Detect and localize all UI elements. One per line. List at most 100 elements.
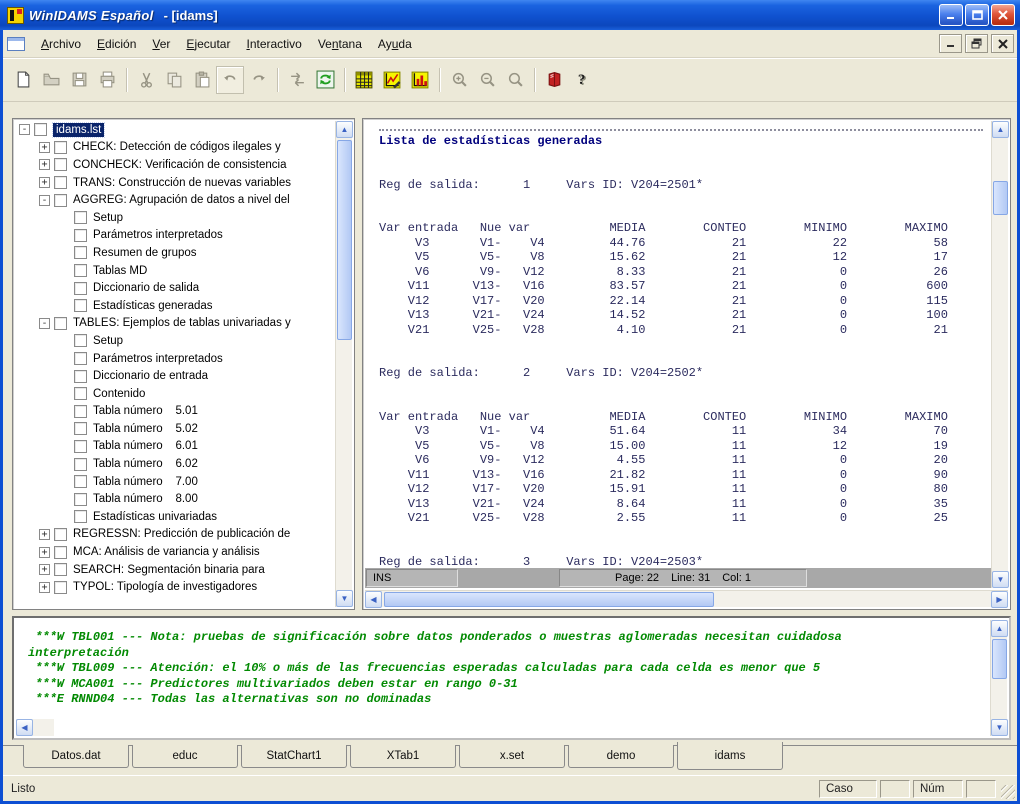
mdi-document-icon[interactable] bbox=[7, 36, 25, 51]
checkbox-icon[interactable] bbox=[54, 563, 67, 577]
tab-datosdat[interactable]: Datos.dat bbox=[23, 745, 129, 768]
exchange-icon[interactable] bbox=[283, 66, 311, 94]
scroll-left-icon[interactable]: ◀ bbox=[365, 591, 382, 608]
undo-icon[interactable] bbox=[216, 65, 244, 94]
output-horizontal-scrollbar[interactable]: ◀ ▶ bbox=[365, 590, 1008, 608]
tree-item[interactable]: Parámetros interpretados bbox=[15, 227, 335, 245]
tree-item-label[interactable]: Tabla número 6.01 bbox=[93, 440, 198, 452]
checkbox-icon[interactable] bbox=[74, 334, 87, 348]
checkbox-icon[interactable] bbox=[54, 316, 67, 330]
checkbox-icon[interactable] bbox=[54, 158, 67, 172]
minimize-button[interactable] bbox=[939, 4, 963, 26]
data-table-icon[interactable] bbox=[350, 66, 378, 94]
zoom-icon[interactable] bbox=[501, 66, 529, 94]
tree-item[interactable]: + REGRESSN: Predicción de publicación de bbox=[15, 526, 335, 544]
tree-item-label[interactable]: MCA: Análisis de variancia y análisis bbox=[73, 546, 260, 558]
mdi-restore-button[interactable] bbox=[965, 34, 988, 53]
tree-item[interactable]: Resumen de grupos bbox=[15, 244, 335, 262]
checkbox-icon[interactable] bbox=[74, 264, 87, 278]
tab-statchart1[interactable]: StatChart1 bbox=[241, 745, 347, 768]
tree-item-label[interactable]: Contenido bbox=[93, 388, 145, 400]
tree-item[interactable]: Tabla número 5.02 bbox=[15, 420, 335, 438]
tree-item-label[interactable]: Tabla número 6.02 bbox=[93, 458, 198, 470]
tree-vertical-scrollbar[interactable]: ▲ ▼ bbox=[335, 121, 353, 607]
checkbox-icon[interactable] bbox=[74, 352, 87, 366]
tree-item-label[interactable]: Tabla número 7.00 bbox=[93, 476, 198, 488]
output-content[interactable]: Lista de estadísticas generadas Reg de s… bbox=[365, 121, 991, 568]
tree-item[interactable]: Estadísticas generadas bbox=[15, 297, 335, 315]
copy-icon[interactable] bbox=[160, 66, 188, 94]
scrollbar-thumb[interactable] bbox=[337, 140, 352, 340]
tree-item[interactable]: Diccionario de entrada bbox=[15, 367, 335, 385]
tree-item-label[interactable]: Parámetros interpretados bbox=[93, 229, 223, 241]
print-icon[interactable] bbox=[93, 66, 121, 94]
tree-item-label[interactable]: Estadísticas univariadas bbox=[93, 511, 217, 523]
resize-grip[interactable] bbox=[1001, 785, 1015, 799]
tree-item-label[interactable]: Diccionario de entrada bbox=[93, 370, 208, 382]
menu-item-archivo[interactable]: Archivo bbox=[33, 34, 89, 54]
help-question-icon[interactable]: ?? bbox=[568, 66, 596, 94]
scroll-up-icon[interactable]: ▲ bbox=[336, 121, 353, 138]
tree-item-label[interactable]: TRANS: Construcción de nuevas variables bbox=[73, 177, 291, 189]
checkbox-icon[interactable] bbox=[74, 387, 87, 401]
tab-educ[interactable]: educ bbox=[132, 745, 238, 768]
tree-item[interactable]: Diccionario de salida bbox=[15, 279, 335, 297]
tree-item[interactable]: + CONCHECK: Verificación de consistencia bbox=[15, 156, 335, 174]
tab-xtab1[interactable]: XTab1 bbox=[350, 745, 456, 768]
scroll-left-icon[interactable]: ◀ bbox=[16, 719, 33, 736]
tree-item[interactable]: Contenido bbox=[15, 385, 335, 403]
tree-item-label[interactable]: AGGREG: Agrupación de datos a nivel del bbox=[73, 194, 290, 206]
checkbox-icon[interactable] bbox=[74, 475, 87, 489]
checkbox-icon[interactable] bbox=[54, 176, 67, 190]
checkbox-icon[interactable] bbox=[74, 457, 87, 471]
tree-item-label[interactable]: Setup bbox=[93, 212, 123, 224]
checkbox-icon[interactable] bbox=[54, 527, 67, 541]
checkbox-icon[interactable] bbox=[74, 299, 87, 313]
menu-item-ayuda[interactable]: Ayuda bbox=[370, 34, 420, 54]
tree-item-label[interactable]: CHECK: Detección de códigos ilegales y bbox=[73, 141, 281, 153]
checkbox-icon[interactable] bbox=[74, 404, 87, 418]
plus-expand-icon[interactable]: + bbox=[39, 581, 50, 593]
scrollbar-thumb[interactable] bbox=[992, 639, 1007, 679]
tree-item-label[interactable]: TABLES: Ejemplos de tablas univariadas y bbox=[73, 317, 291, 329]
checkbox-icon[interactable] bbox=[74, 422, 87, 436]
tree-item[interactable]: Setup bbox=[15, 209, 335, 227]
checkbox-icon[interactable] bbox=[74, 228, 87, 242]
tree-item-label[interactable]: idams.lst bbox=[51, 121, 106, 138]
tree-item-label[interactable]: Parámetros interpretados bbox=[93, 353, 223, 365]
open-folder-icon[interactable] bbox=[37, 66, 65, 94]
close-button[interactable] bbox=[991, 4, 1015, 26]
messages-horizontal-scrollbar[interactable]: ◀ bbox=[16, 719, 54, 736]
menu-item-ventana[interactable]: Ventana bbox=[310, 34, 370, 54]
checkbox-icon[interactable] bbox=[54, 140, 67, 154]
tree-item[interactable]: + MCA: Análisis de variancia y análisis bbox=[15, 543, 335, 561]
checkbox-icon[interactable] bbox=[74, 369, 87, 383]
maximize-button[interactable] bbox=[965, 4, 989, 26]
scroll-up-icon[interactable]: ▲ bbox=[991, 620, 1008, 637]
minus-expand-icon[interactable]: - bbox=[39, 194, 50, 206]
tree-item[interactable]: Setup bbox=[15, 332, 335, 350]
plus-expand-icon[interactable]: + bbox=[39, 159, 50, 171]
tree-item[interactable]: + TYPOL: Tipología de investigadores bbox=[15, 578, 335, 596]
tree-item-label[interactable]: CONCHECK: Verificación de consistencia bbox=[73, 159, 286, 171]
tree-item[interactable]: - AGGREG: Agrupación de datos a nivel del bbox=[15, 191, 335, 209]
tree-item[interactable]: + CHECK: Detección de códigos ilegales y bbox=[15, 139, 335, 157]
tab-idams[interactable]: idams bbox=[677, 742, 783, 770]
tree-item[interactable]: + SEARCH: Segmentación binaria para bbox=[15, 561, 335, 579]
scroll-down-icon[interactable]: ▼ bbox=[336, 590, 353, 607]
tree-item-label[interactable]: Tabla número 5.01 bbox=[93, 405, 198, 417]
zoom-in-icon[interactable] bbox=[445, 66, 473, 94]
checkbox-icon[interactable] bbox=[54, 580, 67, 594]
checkbox-icon[interactable] bbox=[74, 246, 87, 260]
scroll-down-icon[interactable]: ▼ bbox=[992, 571, 1009, 588]
checkbox-icon[interactable] bbox=[74, 492, 87, 506]
checkbox-icon[interactable] bbox=[74, 281, 87, 295]
checkbox-icon[interactable] bbox=[74, 510, 87, 524]
help-book-icon[interactable] bbox=[540, 66, 568, 94]
cut-icon[interactable] bbox=[132, 66, 160, 94]
tree-item-label[interactable]: REGRESSN: Predicción de publicación de bbox=[73, 528, 290, 540]
menu-item-ejecutar[interactable]: Ejecutar bbox=[178, 34, 238, 54]
scrollbar-thumb[interactable] bbox=[384, 592, 714, 607]
tree-item-label[interactable]: Setup bbox=[93, 335, 123, 347]
refresh-icon[interactable] bbox=[311, 66, 339, 94]
